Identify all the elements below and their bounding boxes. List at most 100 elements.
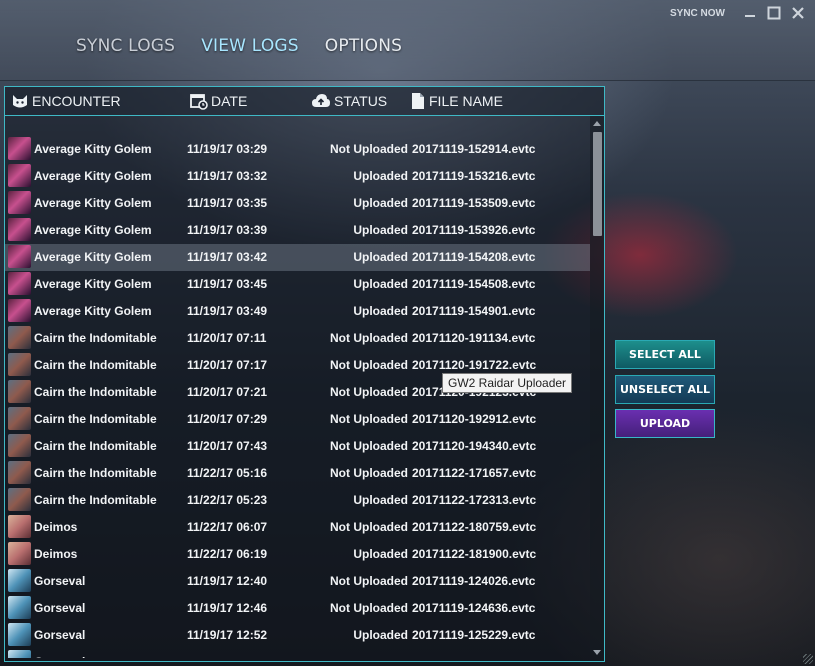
table-row[interactable]: Deimos 11/22/17 06:19 Uploaded 20171122-181… bbox=[5, 541, 590, 568]
scrollbar[interactable] bbox=[590, 116, 604, 660]
file-name: 20171122-171657.evtc bbox=[412, 466, 537, 480]
encounter-portrait-icon bbox=[8, 407, 31, 430]
resize-grip[interactable] bbox=[803, 654, 813, 664]
encounter-portrait-icon bbox=[8, 137, 31, 160]
encounter-portrait-icon bbox=[8, 191, 31, 214]
table-row[interactable]: Average Kitty Golem 11/19/17 03:35 Uploade… bbox=[5, 190, 590, 217]
encounter-portrait-icon bbox=[8, 596, 31, 619]
encounter-name: Cairn the Indomitable bbox=[34, 385, 157, 399]
encounter-name: Average Kitty Golem bbox=[34, 169, 152, 183]
scrollbar-thumb[interactable] bbox=[593, 132, 602, 236]
file-name: 20171122-172313.evtc bbox=[412, 493, 537, 507]
upload-status: Uploaded bbox=[353, 223, 408, 237]
table-row[interactable]: Gorseval 11/19/17 12:46 Not Uploaded 201711… bbox=[5, 595, 590, 622]
encounter-portrait-icon bbox=[8, 434, 31, 457]
table-row[interactable]: Average Kitty Golem 11/19/17 03:29 Not Upl… bbox=[5, 136, 590, 163]
encounter-date: 11/19/17 12:52 bbox=[187, 628, 268, 642]
upload-status: Uploaded bbox=[353, 169, 408, 183]
table-row[interactable]: Average Kitty Golem 11/19/17 03:32 Uploade… bbox=[5, 163, 590, 190]
upload-status: Not Uploaded bbox=[330, 466, 408, 480]
encounter-date: 11/19/17 12:46 bbox=[187, 601, 268, 615]
file-name: 20171119-154508.evtc bbox=[412, 277, 536, 291]
upload-status: Not Uploaded bbox=[330, 574, 408, 588]
encounter-name: Cairn the Indomitable bbox=[34, 412, 157, 426]
encounter-date: 11/19/17 03:39 bbox=[187, 223, 268, 237]
table-row[interactable]: Cairn the Indomitable 11/22/17 05:23 Uploa… bbox=[5, 487, 590, 514]
upload-status: Uploaded bbox=[353, 547, 408, 561]
encounter-date: 11/20/17 07:11 bbox=[187, 331, 267, 345]
encounter-portrait-icon bbox=[8, 515, 31, 538]
column-file-name[interactable]: FILE NAME bbox=[410, 92, 503, 110]
tab-options[interactable]: OPTIONS bbox=[325, 36, 402, 56]
upload-status: Not Uploaded bbox=[330, 142, 408, 156]
minimize-icon[interactable] bbox=[741, 4, 759, 22]
encounter-name: Average Kitty Golem bbox=[34, 142, 152, 156]
encounter-portrait-icon bbox=[8, 650, 31, 658]
file-name: 20171119-124026.evtc bbox=[412, 574, 536, 588]
file-name: 20171119-153216.evtc bbox=[412, 169, 536, 183]
encounter-portrait-icon bbox=[8, 218, 31, 241]
unselect-all-button[interactable]: UNSELECT ALL bbox=[615, 375, 715, 404]
encounter-name: Cairn the Indomitable bbox=[34, 358, 157, 372]
encounter-date: 11/19/17 03:35 bbox=[187, 196, 268, 210]
encounter-date: 11/19/17 03:32 bbox=[187, 169, 268, 183]
tab-sync-logs[interactable]: SYNC LOGS bbox=[76, 36, 175, 56]
tab-view-logs[interactable]: VIEW LOGS bbox=[201, 36, 299, 56]
file-icon bbox=[410, 92, 426, 110]
table-row[interactable]: Cairn the Indomitable 11/22/17 05:16 Not U… bbox=[5, 460, 590, 487]
encounter-portrait-icon bbox=[8, 488, 31, 511]
table-row[interactable]: Gorseval 11/19/17 12:40 Not Uploaded 201711… bbox=[5, 568, 590, 595]
tooltip: GW2 Raidar Uploader bbox=[442, 373, 573, 393]
close-icon[interactable] bbox=[789, 4, 807, 22]
column-date[interactable]: DATE bbox=[190, 92, 247, 110]
table-row[interactable]: Average Kitty Golem 11/19/17 03:42 Uploade… bbox=[5, 244, 590, 271]
encounter-portrait-icon bbox=[8, 245, 31, 268]
table-row[interactable]: Cairn the Indomitable 11/20/17 07:11 Not U… bbox=[5, 325, 590, 352]
maximize-icon[interactable] bbox=[765, 4, 783, 22]
encounter-name: Cairn the Indomitable bbox=[34, 493, 157, 507]
table-row[interactable]: Average Kitty Golem 11/19/17 03:39 Uploade… bbox=[5, 217, 590, 244]
encounter-date: 11/20/17 07:17 bbox=[187, 358, 268, 372]
encounter-portrait-icon bbox=[8, 542, 31, 565]
table-row[interactable]: Average Kitty Golem 11/19/17 03:45 Uploade… bbox=[5, 271, 590, 298]
encounter-date: 11/20/17 07:43 bbox=[187, 439, 268, 453]
encounter-portrait-icon bbox=[8, 272, 31, 295]
window-controls: SYNC NOW bbox=[670, 4, 807, 22]
encounter-date: 11/22/17 06:19 bbox=[187, 547, 268, 561]
encounter-name: Gorseval bbox=[34, 628, 86, 642]
title-bar: SYNC LOGS VIEW LOGS OPTIONS SYNC NOW bbox=[0, 0, 815, 81]
file-name: 20171120-191722.evtc bbox=[412, 358, 537, 372]
scroll-down-icon[interactable] bbox=[593, 650, 601, 655]
encounter-name: Gorseval bbox=[34, 601, 86, 615]
table-row[interactable]: Average Kitty Golem 11/19/17 03:49 Uploade… bbox=[5, 298, 590, 325]
column-file-name-label: FILE NAME bbox=[429, 93, 503, 109]
sync-now-button[interactable]: SYNC NOW bbox=[670, 8, 725, 19]
encounter-name: Average Kitty Golem bbox=[34, 196, 152, 210]
file-name: 20171119-125229.evtc bbox=[412, 628, 536, 642]
upload-button[interactable]: UPLOAD bbox=[615, 409, 715, 438]
table-body: Average Kitty Golem 11/19/17 03:29 Not Upl… bbox=[5, 136, 590, 658]
file-name: 20171122-180759.evtc bbox=[412, 520, 537, 534]
column-encounter[interactable]: ENCOUNTER bbox=[11, 92, 121, 110]
file-name: 20171119-153509.evtc bbox=[412, 196, 536, 210]
encounter-date: 11/19/17 03:45 bbox=[187, 277, 268, 291]
encounter-date: 11/19/17 03:42 bbox=[187, 250, 268, 264]
scroll-up-icon[interactable] bbox=[593, 121, 601, 126]
table-row[interactable]: Gorseval 11/19/17 12:52 Uploaded 20171119-1… bbox=[5, 622, 590, 649]
upload-status: Not Uploaded bbox=[330, 412, 408, 426]
encounter-portrait-icon bbox=[8, 164, 31, 187]
upload-status: Not Uploaded bbox=[330, 385, 408, 399]
table-row[interactable]: Cairn the Indomitable 11/20/17 07:43 Not U… bbox=[5, 433, 590, 460]
encounter-name: Average Kitty Golem bbox=[34, 277, 152, 291]
table-row[interactable]: Gorseval bbox=[5, 649, 590, 658]
select-all-button[interactable]: SELECT ALL bbox=[615, 340, 715, 369]
file-name: 20171122-181900.evtc bbox=[412, 547, 537, 561]
main-nav: SYNC LOGS VIEW LOGS OPTIONS bbox=[76, 36, 402, 56]
table-header: ENCOUNTER DATE STATUS FILE NAME bbox=[5, 87, 604, 116]
file-name: 20171119-154901.evtc bbox=[412, 304, 536, 318]
table-row[interactable]: Cairn the Indomitable 11/20/17 07:29 Not U… bbox=[5, 406, 590, 433]
encounter-date: 11/22/17 05:16 bbox=[187, 466, 268, 480]
column-status[interactable]: STATUS bbox=[311, 92, 387, 110]
column-date-label: DATE bbox=[211, 93, 248, 109]
table-row[interactable]: Deimos 11/22/17 06:07 Not Uploaded 20171122… bbox=[5, 514, 590, 541]
